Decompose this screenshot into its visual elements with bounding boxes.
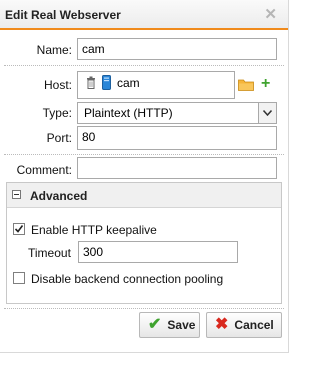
- add-host-icon[interactable]: +: [261, 76, 270, 92]
- advanced-title: Advanced: [30, 189, 88, 203]
- type-value: Plaintext (HTTP): [84, 106, 173, 120]
- advanced-section: Advanced Enable HTTP keepalive Timeout 3…: [6, 182, 282, 304]
- checkmark-icon: ✔: [148, 316, 162, 333]
- save-button[interactable]: ✔ Save: [139, 312, 200, 338]
- close-icon[interactable]: ✕: [264, 5, 277, 23]
- comment-label: Comment:: [16, 163, 72, 177]
- chevron-down-icon[interactable]: [258, 103, 276, 123]
- checkmark-icon: [14, 225, 24, 233]
- type-label: Type:: [42, 106, 72, 120]
- port-value: 80: [82, 130, 96, 144]
- name-label: Name:: [36, 43, 72, 57]
- separator: [4, 308, 284, 309]
- dialog-title: Edit Real Webserver: [5, 8, 121, 22]
- pooling-label: Disable backend connection pooling: [31, 272, 224, 286]
- cancel-x-icon: ✖: [215, 316, 229, 333]
- title-bar: Edit Real Webserver ✕: [0, 0, 288, 30]
- host-drop-field[interactable]: cam: [77, 71, 235, 99]
- timeout-value: 300: [83, 245, 104, 259]
- name-input[interactable]: cam: [77, 38, 277, 60]
- folder-icon[interactable]: [238, 79, 254, 91]
- collapse-icon[interactable]: [12, 190, 21, 199]
- host-value: cam: [117, 75, 140, 90]
- cancel-button[interactable]: ✖ Cancel: [206, 312, 282, 338]
- save-label: Save: [167, 318, 196, 332]
- name-value: cam: [82, 42, 105, 56]
- port-label: Port:: [46, 131, 72, 145]
- advanced-header[interactable]: Advanced: [7, 183, 281, 208]
- keepalive-checkbox[interactable]: [13, 223, 25, 235]
- comment-input[interactable]: [77, 157, 277, 179]
- host-device-icon: [102, 75, 111, 90]
- pooling-checkbox[interactable]: [13, 272, 25, 284]
- host-label: Host:: [43, 78, 72, 92]
- timeout-label: Timeout: [28, 246, 71, 260]
- keepalive-label: Enable HTTP keepalive: [31, 223, 157, 237]
- port-input[interactable]: 80: [77, 126, 277, 150]
- host-token[interactable]: cam: [86, 75, 140, 90]
- separator: [4, 154, 284, 155]
- trash-icon[interactable]: [86, 76, 96, 89]
- type-select[interactable]: Plaintext (HTTP): [77, 102, 277, 124]
- timeout-input[interactable]: 300: [78, 241, 238, 263]
- cancel-label: Cancel: [234, 318, 274, 332]
- separator: [4, 65, 284, 66]
- edit-webserver-dialog: Edit Real Webserver ✕ Name: cam Host: ca…: [0, 0, 289, 353]
